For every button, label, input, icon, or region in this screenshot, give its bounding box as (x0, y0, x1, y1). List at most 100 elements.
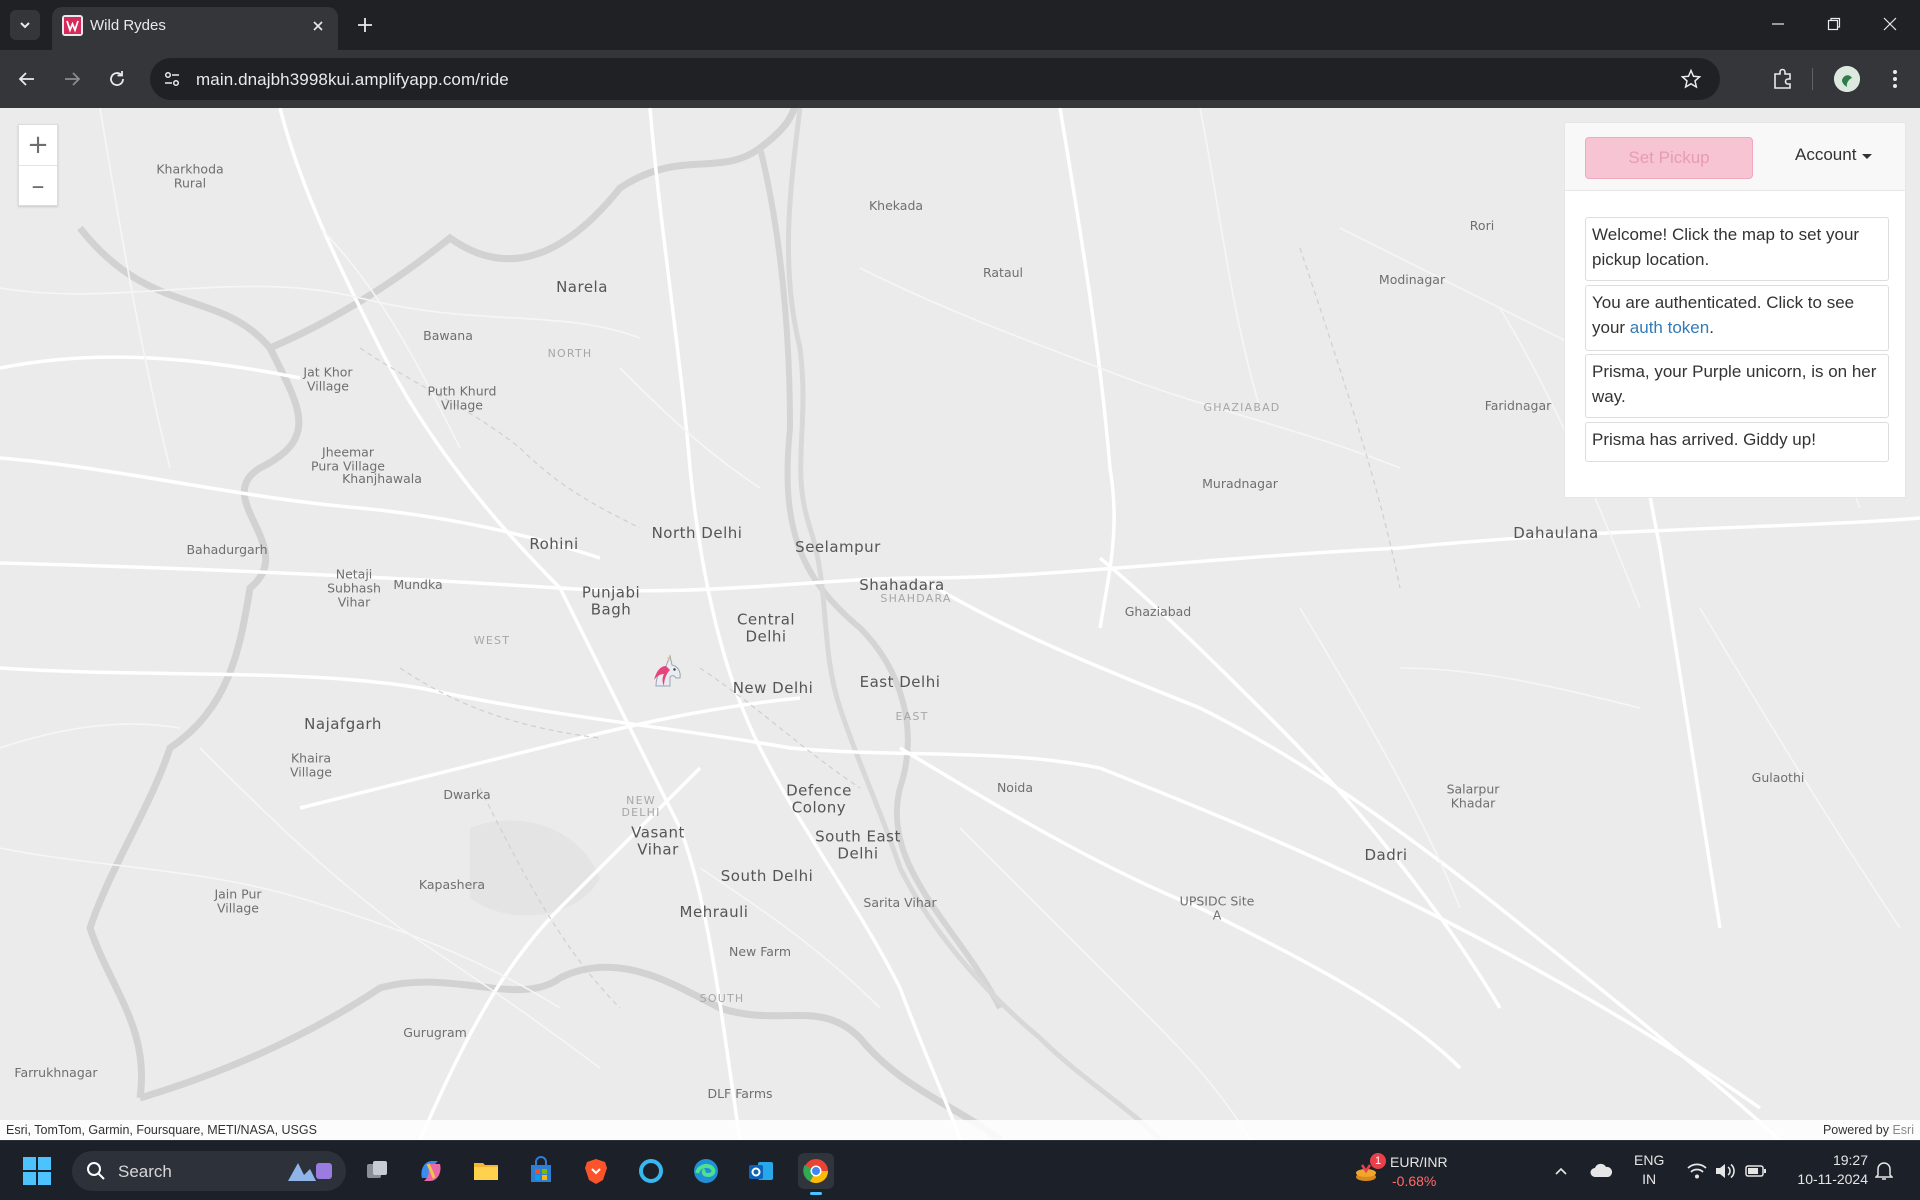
file-explorer-icon[interactable] (468, 1153, 504, 1189)
copilot-icon[interactable] (413, 1153, 449, 1189)
browser-menu-icon[interactable] (1880, 64, 1910, 94)
district-label: NORTH (547, 346, 593, 360)
place-label: Najafgarh (304, 714, 382, 733)
site-info-icon[interactable] (162, 69, 182, 89)
browser-tab-bar: Wild Rydes (0, 0, 1920, 50)
reload-icon[interactable] (102, 64, 132, 94)
tab-title: Wild Rydes (90, 17, 166, 34)
profile-avatar[interactable] (1834, 66, 1860, 92)
microsoft-store-icon[interactable] (523, 1153, 559, 1189)
place-label: Dahaulana (1513, 523, 1599, 542)
windows-taskbar: Search 1 EUR/INR -0.68% ENG IN 19:27 10-… (0, 1140, 1920, 1200)
wild-rydes-favicon-icon (62, 15, 83, 36)
volume-speaker-icon[interactable] (1713, 1159, 1737, 1183)
close-window-icon[interactable] (1862, 0, 1918, 48)
place-label: Muradnagar (1202, 476, 1278, 492)
clock-time: 19:27 (1832, 1152, 1868, 1168)
account-label: Account (1795, 145, 1857, 164)
caret-down-icon (1862, 153, 1873, 159)
widget-notification-badge: 1 (1370, 1153, 1386, 1169)
powered-by: Powered by Esri (1823, 1123, 1914, 1137)
place-label: Khekada (868, 198, 924, 214)
zoom-control: + – (18, 124, 58, 206)
search-icon (86, 1161, 106, 1181)
tab-wild-rydes[interactable]: Wild Rydes (52, 7, 338, 50)
place-label: Vasant Vihar (631, 823, 685, 858)
place-label: North Delhi (651, 523, 743, 542)
place-label: South Delhi (720, 866, 814, 885)
taskbar-search[interactable]: Search (72, 1151, 346, 1191)
toolbar-divider (1812, 68, 1813, 90)
place-label: New Farm (728, 944, 792, 960)
district-label: NEW DELHI (621, 793, 661, 819)
task-view-icon[interactable] (359, 1153, 395, 1189)
place-label: Jat Khor Village (303, 364, 353, 393)
unicorn-marker-icon (648, 652, 686, 690)
place-label: Jheemar Pura Village (311, 444, 385, 473)
zoom-in-plus-icon[interactable]: + (19, 125, 57, 165)
bookmark-star-icon[interactable] (1680, 68, 1702, 90)
edge-browser-icon[interactable] (688, 1153, 724, 1189)
place-label: Faridnagar (1484, 398, 1552, 414)
place-label: Sarita Vihar (863, 895, 937, 911)
place-label: Khaira Village (290, 750, 332, 779)
esri-link[interactable]: Esri (1892, 1123, 1914, 1137)
place-label: Noida (996, 780, 1034, 796)
map-canvas[interactable]: Kharkhoda Rural Khekada Rataul Rori Modi… (0, 108, 1920, 1140)
message-arrived: Prisma has arrived. Giddy up! (1585, 422, 1889, 462)
auth-token-link[interactable]: auth token (1630, 318, 1709, 337)
place-label: Modinagar (1378, 272, 1446, 288)
place-label: Bahadurgarh (186, 542, 268, 558)
browser-toolbar: main.dnajbh3998kui.amplifyapp.com/ride (0, 50, 1920, 108)
language-indicator[interactable]: ENG IN (1634, 1151, 1664, 1189)
cortana-circle-icon[interactable] (633, 1153, 669, 1189)
district-label: WEST (473, 633, 511, 647)
place-label: Gurugram (403, 1025, 467, 1041)
battery-icon[interactable] (1744, 1159, 1768, 1183)
chrome-browser-icon[interactable] (798, 1153, 834, 1195)
widget-change-value: -0.68% (1392, 1173, 1437, 1189)
search-placeholder: Search (118, 1162, 172, 1181)
place-label: Seelampur (795, 537, 881, 556)
map-attribution: Esri, TomTom, Garmin, Foursquare, METI/N… (0, 1120, 1920, 1140)
place-label: Mundka (393, 577, 443, 593)
language-code: ENG (1634, 1152, 1665, 1168)
district-label: SOUTH (699, 991, 745, 1005)
message-on-way: Prisma, your Purple unicorn, is on her w… (1585, 354, 1889, 418)
windows-start-icon[interactable] (22, 1156, 52, 1186)
place-label: Rori (1469, 218, 1495, 234)
system-clock[interactable]: 19:27 10-11-2024 (1784, 1151, 1868, 1189)
district-label: GHAZIABAD (1203, 400, 1281, 414)
panel-header: Set Pickup Account (1565, 123, 1905, 191)
back-arrow-icon[interactable] (12, 64, 42, 94)
show-hidden-icons-chevron-icon[interactable] (1549, 1159, 1573, 1183)
extensions-puzzle-icon[interactable] (1768, 64, 1798, 94)
close-tab-icon[interactable] (308, 16, 328, 36)
place-label: Ghaziabad (1124, 604, 1192, 620)
place-label: Narela (556, 277, 608, 296)
address-bar[interactable]: main.dnajbh3998kui.amplifyapp.com/ride (150, 58, 1720, 100)
minimize-icon[interactable] (1750, 0, 1806, 48)
tab-search-chevron-icon[interactable] (10, 10, 40, 40)
currency-widget[interactable]: 1 EUR/INR -0.68% (1352, 1149, 1462, 1193)
message-authenticated: You are authenticated. Click to see your… (1585, 285, 1889, 351)
new-tab-plus-icon[interactable] (352, 12, 378, 38)
set-pickup-button[interactable]: Set Pickup (1585, 137, 1753, 179)
brave-browser-icon[interactable] (578, 1153, 614, 1189)
forward-arrow-icon[interactable] (57, 64, 87, 94)
district-label: EAST (895, 709, 929, 723)
wifi-icon[interactable] (1685, 1159, 1709, 1183)
place-label: Gulaothi (1751, 770, 1805, 786)
place-label: South East Delhi (815, 827, 901, 862)
account-dropdown[interactable]: Account (1795, 145, 1873, 165)
ride-panel: Set Pickup Account Welcome! Click the ma… (1564, 122, 1906, 498)
onedrive-cloud-icon[interactable] (1589, 1159, 1613, 1183)
place-label: Mehrauli (679, 902, 749, 921)
place-label: Dadri (1364, 845, 1408, 864)
place-label: Netaji Subhash Vihar (327, 566, 381, 609)
restore-icon[interactable] (1806, 0, 1862, 48)
notification-bell-icon[interactable] (1872, 1159, 1896, 1183)
place-label: DLF Farms (707, 1086, 773, 1102)
zoom-out-minus-icon[interactable]: – (19, 165, 57, 205)
outlook-icon[interactable] (743, 1153, 779, 1189)
